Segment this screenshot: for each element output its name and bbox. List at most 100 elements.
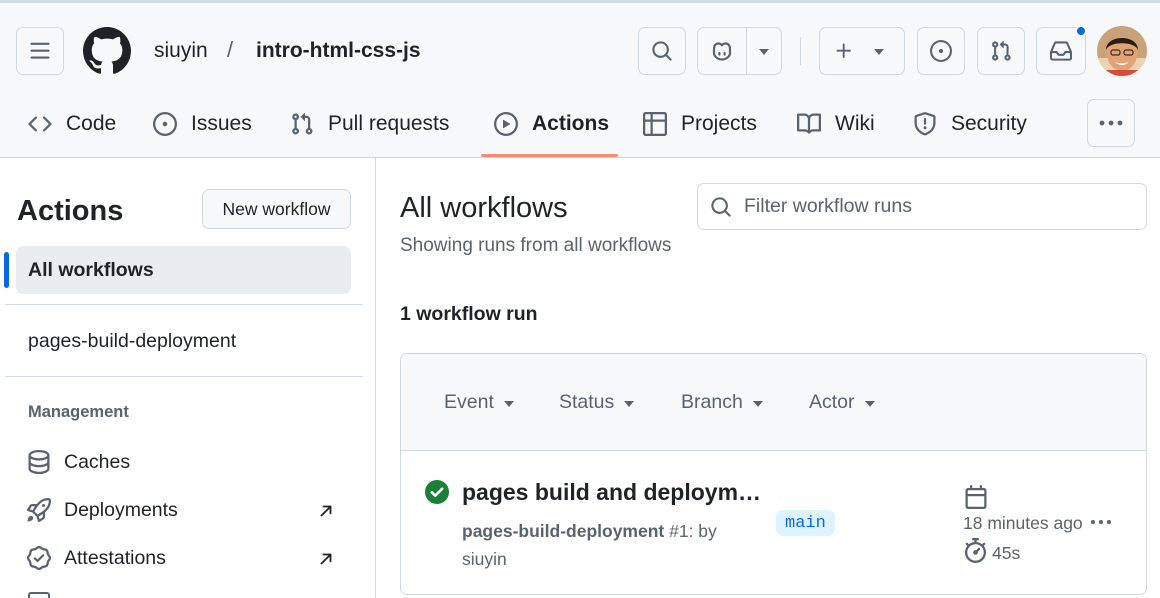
arrow-up-right-icon <box>318 551 334 567</box>
check-circle-fill-icon <box>425 480 449 504</box>
calendar-icon <box>964 485 988 509</box>
more-tabs-button[interactable] <box>1087 99 1135 147</box>
copilot-button[interactable] <box>698 28 747 74</box>
filter-label: Event <box>444 391 494 413</box>
triangle-down-icon <box>759 49 769 55</box>
search-icon <box>651 40 673 62</box>
avatar[interactable] <box>1097 26 1147 76</box>
triangle-down-icon <box>624 400 635 407</box>
sidebar-divider <box>5 376 363 377</box>
sidebar-item-deployments[interactable]: Deployments <box>26 496 178 524</box>
workflow-runs-list: Event Status Branch Actor pages build an… <box>400 353 1147 595</box>
sidebar-item-label: All workflows <box>28 258 154 281</box>
run-actor: siuyin <box>462 549 507 569</box>
sidebar-item-workflow[interactable]: pages-build-deployment <box>28 330 236 353</box>
filter-input[interactable] <box>744 195 1124 218</box>
tab-security[interactable]: Security <box>912 108 1027 140</box>
filter-label: Status <box>559 391 615 413</box>
tab-label: Wiki <box>835 112 875 135</box>
sidebar-divider <box>5 304 363 305</box>
table-icon <box>642 111 668 137</box>
kebab-horizontal-icon <box>1098 119 1124 127</box>
play-icon <box>493 111 519 137</box>
triangle-down-icon <box>752 400 763 407</box>
rocket-icon <box>26 497 52 523</box>
git-pull-request-icon <box>990 40 1012 62</box>
sidebar-item-label: Caches <box>64 450 131 473</box>
your-pull-requests-button[interactable] <box>977 27 1025 75</box>
stopwatch-icon <box>963 538 988 563</box>
tab-label: Issues <box>191 112 252 135</box>
copilot-button-group <box>697 27 782 75</box>
create-new-button[interactable] <box>819 27 905 75</box>
triangle-down-icon <box>864 400 875 407</box>
tab-actions[interactable]: Actions <box>493 108 609 140</box>
management-heading: Management <box>28 403 129 421</box>
tab-code[interactable]: Code <box>27 108 116 140</box>
partially-visible-icon <box>28 592 50 598</box>
sidebar-item-label: Attestations <box>64 546 166 569</box>
sidebar-item-all-workflows[interactable]: All workflows <box>16 246 351 294</box>
actions-sidebar: Actions New workflow All workflows pages… <box>0 158 376 598</box>
tab-label: Security <box>951 112 1027 135</box>
run-title-link[interactable]: pages build and deployment <box>462 479 762 506</box>
kebab-dot <box>1107 520 1111 524</box>
workflow-name: pages-build-deployment <box>462 521 665 541</box>
new-workflow-button[interactable]: New workflow <box>202 189 351 229</box>
search-icon <box>710 196 732 218</box>
repo-owner-link[interactable]: siuyin <box>154 39 208 63</box>
page-title: All workflows <box>400 192 568 224</box>
copilot-icon <box>710 40 734 62</box>
inbox-icon <box>1049 40 1073 62</box>
plus-icon <box>834 41 854 61</box>
header-divider <box>800 37 801 65</box>
filter-label: Actor <box>809 391 855 413</box>
sidebar-item-caches[interactable]: Caches <box>26 448 130 476</box>
copilot-menu-button[interactable] <box>747 28 781 74</box>
tab-label: Code <box>66 112 117 135</box>
triangle-down-icon <box>874 49 884 55</box>
selected-indicator <box>4 252 9 288</box>
issue-opened-icon <box>152 111 178 137</box>
database-icon <box>26 449 52 475</box>
run-count: 1 workflow run <box>400 303 538 325</box>
repo-name-link[interactable]: intro-html-css-js <box>256 39 421 63</box>
sidebar-item-attestations[interactable]: Attestations <box>26 544 166 572</box>
shield-icon <box>912 111 938 137</box>
event-filter-dropdown[interactable]: Event <box>444 391 514 414</box>
github-logo[interactable] <box>83 27 131 75</box>
git-pull-request-icon <box>289 111 315 137</box>
search-button[interactable] <box>638 27 686 75</box>
run-timestamp: 18 minutes ago <box>963 513 1083 533</box>
top-border <box>0 0 1160 3</box>
unread-notification-indicator <box>1075 25 1087 37</box>
book-icon <box>796 111 822 137</box>
filter-label: Branch <box>681 391 743 413</box>
menu-button[interactable] <box>16 27 64 75</box>
branch-label[interactable]: main <box>776 510 835 536</box>
verified-icon <box>26 545 52 571</box>
hamburger-icon <box>29 40 51 62</box>
tab-pull-requests[interactable]: Pull requests <box>289 108 449 140</box>
tab-label: Pull requests <box>328 112 450 135</box>
tab-wiki[interactable]: Wiki <box>796 108 875 140</box>
kebab-dot <box>1099 520 1103 524</box>
tab-projects[interactable]: Projects <box>642 108 757 140</box>
run-options-button[interactable] <box>1091 512 1111 532</box>
your-issues-button[interactable] <box>917 27 965 75</box>
tab-label: Projects <box>681 112 757 135</box>
run-by-text: : by <box>688 521 717 541</box>
filter-workflow-runs[interactable] <box>697 183 1147 230</box>
runs-filter-bar: Event Status Branch Actor <box>401 354 1146 451</box>
active-tab-indicator <box>481 154 618 157</box>
branch-filter-dropdown[interactable]: Branch <box>681 391 763 414</box>
app-header: siuyin / intro-html-css-js Code Issues P… <box>0 0 1160 158</box>
triangle-down-icon <box>503 400 514 407</box>
issue-opened-icon <box>930 40 952 62</box>
page-subtitle: Showing runs from all workflows <box>400 235 672 256</box>
run-number: #1 <box>669 521 689 541</box>
run-meta: pages-build-deployment #1: by siuyin <box>462 517 752 573</box>
actor-filter-dropdown[interactable]: Actor <box>809 391 875 414</box>
tab-issues[interactable]: Issues <box>152 108 252 140</box>
status-filter-dropdown[interactable]: Status <box>559 391 635 414</box>
